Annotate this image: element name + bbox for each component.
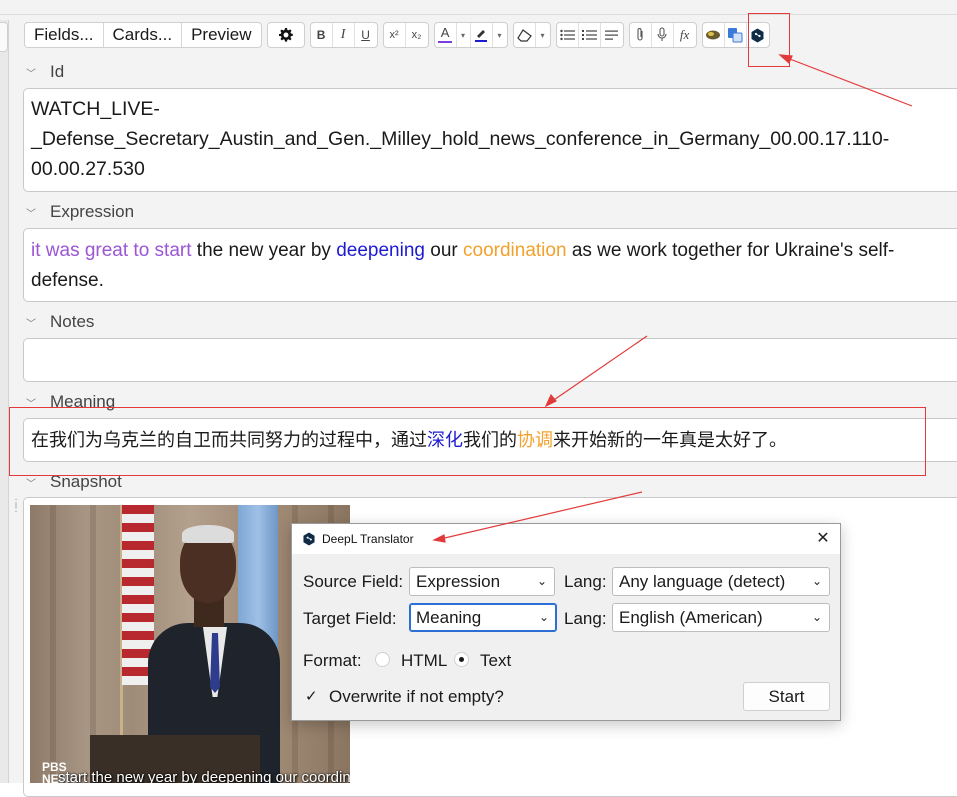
editor-window: Fields... Cards... Preview B I U x² x₂ A bbox=[0, 0, 957, 797]
annotation-arrows bbox=[432, 54, 913, 543]
